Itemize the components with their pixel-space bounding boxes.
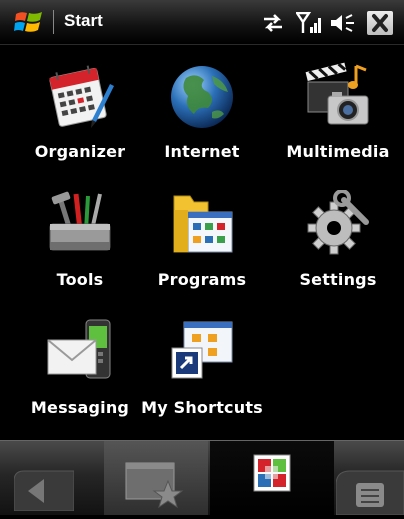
tile-label: Programs	[157, 270, 247, 289]
tile-label: Settings	[299, 270, 377, 289]
tile-label: Internet	[164, 142, 240, 161]
status-divider	[53, 10, 54, 34]
globe-icon	[171, 66, 233, 128]
tile-my-shortcuts[interactable]: My Shortcuts	[135, 300, 269, 428]
calendar-icon	[49, 65, 114, 128]
folder-icon	[173, 195, 233, 253]
media-icon	[305, 62, 369, 125]
tab-favorites[interactable]	[104, 441, 208, 515]
tab-start[interactable]	[210, 441, 334, 515]
tile-programs[interactable]: Programs	[135, 172, 269, 300]
signal-icon[interactable]	[296, 12, 322, 34]
tile-internet[interactable]: Internet	[135, 44, 269, 172]
toolbox-icon	[49, 191, 111, 251]
favorites-icon	[125, 462, 184, 509]
tile-settings[interactable]: Settings	[271, 172, 404, 300]
tile-label: Multimedia	[286, 142, 390, 161]
windows-logo-icon[interactable]	[14, 9, 44, 35]
shortcut-icon	[171, 321, 233, 379]
close-icon	[372, 14, 388, 32]
menu-icon[interactable]	[336, 467, 404, 515]
tile-label: Organizer	[34, 142, 126, 161]
sync-icon[interactable]	[262, 12, 284, 34]
tile-label: My Shortcuts	[141, 398, 263, 417]
back-icon[interactable]	[14, 467, 74, 511]
bottom-tab-bar	[0, 440, 404, 515]
close-button[interactable]	[367, 11, 393, 35]
status-title[interactable]: Start	[64, 11, 103, 31]
status-bar: Start	[0, 0, 404, 45]
start-icon	[253, 454, 291, 492]
tile-tools[interactable]: Tools	[13, 172, 147, 300]
envelope-icon	[47, 319, 111, 379]
tile-label: Messaging	[30, 398, 130, 417]
tile-label: Tools	[56, 270, 104, 289]
tile-messaging[interactable]: Messaging	[13, 300, 147, 428]
start-grid: Organizer Internet Multimedia Tools Prog…	[0, 44, 404, 440]
tile-organizer[interactable]: Organizer	[13, 44, 147, 172]
gear-icon	[307, 190, 369, 255]
tile-multimedia[interactable]: Multimedia	[271, 44, 404, 172]
volume-icon[interactable]	[330, 12, 356, 34]
